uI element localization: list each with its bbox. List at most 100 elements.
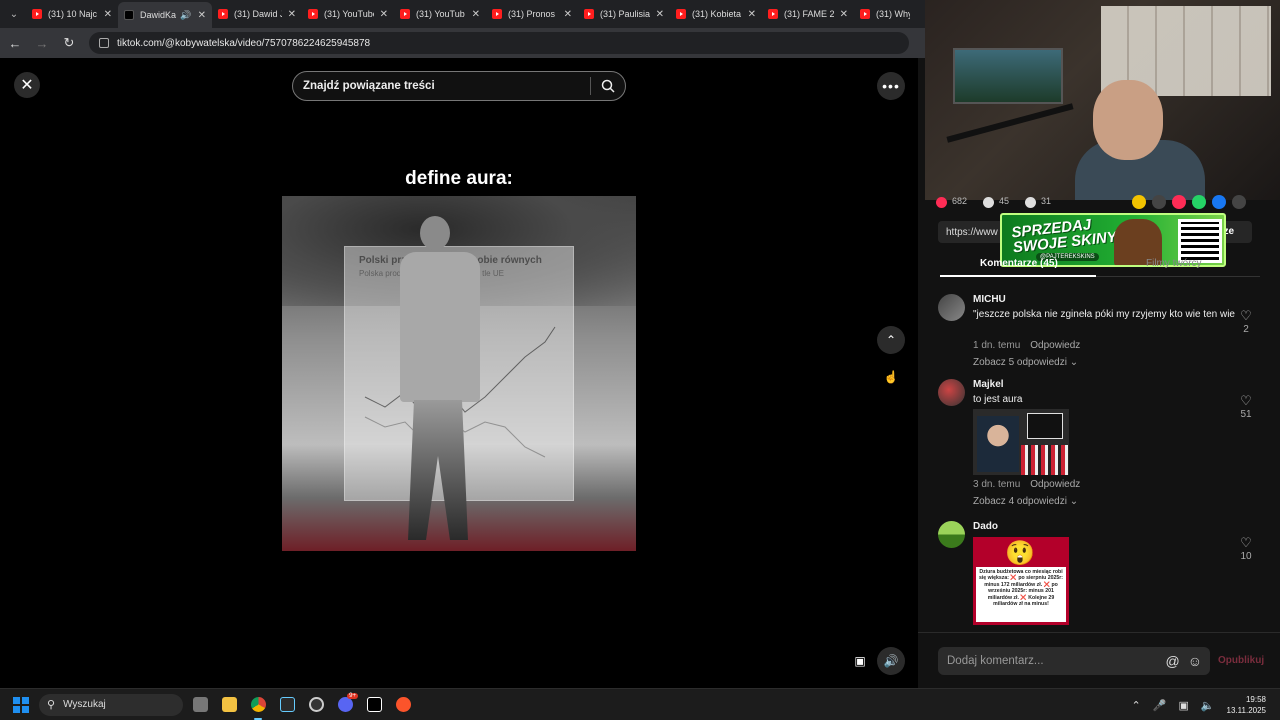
- tab-comments[interactable]: Komentarze (45): [980, 258, 1058, 269]
- youtube-icon: [400, 9, 410, 19]
- comment-like-button[interactable]: ♡ 10: [1236, 535, 1256, 562]
- task-view-icon[interactable]: [188, 693, 212, 717]
- save-stat[interactable]: 31: [1025, 196, 1051, 208]
- youtube-icon: [492, 9, 502, 19]
- view-replies-label: Zobacz 4 odpowiedzi: [973, 496, 1067, 507]
- share-emoji-icon[interactable]: [1132, 195, 1146, 209]
- file-explorer-icon[interactable]: [217, 693, 241, 717]
- comment-like-button[interactable]: ♡ 2: [1236, 308, 1256, 335]
- browser-tab[interactable]: (31) YouTub ✕: [394, 2, 486, 26]
- comment-username[interactable]: Majkel: [973, 379, 1004, 390]
- speaker-icon[interactable]: 🔈: [1201, 699, 1215, 712]
- comment-like-button[interactable]: ♡ 51: [1236, 393, 1256, 420]
- related-search-input[interactable]: [303, 80, 590, 92]
- comment-image[interactable]: 😲 Dziura budżetowa co miesiąc robi się w…: [973, 537, 1069, 625]
- tiktok-icon: [124, 10, 134, 20]
- tab-creator-videos[interactable]: Filmy twórcy: [1146, 258, 1202, 269]
- heart-outline-icon: ♡: [1240, 535, 1252, 550]
- heart-icon: [936, 196, 947, 208]
- browser-tab[interactable]: (31) YouTube ✕: [302, 2, 394, 26]
- browser-tab[interactable]: (31) Dawid J ✕: [212, 2, 302, 26]
- browser-tab[interactable]: (31) 10 Najc ✕: [26, 2, 118, 26]
- tab-close-icon[interactable]: ✕: [472, 9, 480, 20]
- forward-icon[interactable]: →: [30, 31, 54, 55]
- tab-title: (31) FAME 2: [784, 9, 834, 19]
- browser-tab[interactable]: (31) Kobieta ✕: [670, 2, 762, 26]
- clock[interactable]: 19:58 13.11.2025: [1227, 694, 1266, 716]
- browser-tab[interactable]: (31) Paulisia ✕: [578, 2, 670, 26]
- comment-time: 1 dn. temu: [973, 340, 1021, 351]
- address-bar[interactable]: tiktok.com/@kobywatelska/video/757078622…: [89, 32, 909, 54]
- avatar[interactable]: [938, 521, 965, 548]
- site-info-icon[interactable]: [99, 38, 109, 48]
- comment-image[interactable]: [973, 409, 1069, 475]
- browser-tab[interactable]: (31) FAME 2 ✕: [762, 2, 854, 26]
- tab-close-icon[interactable]: ✕: [564, 9, 572, 20]
- browser-tab[interactable]: (31) Pronos ✕: [486, 2, 578, 26]
- view-replies-button[interactable]: Zobacz 4 odpowiedzi ⌄: [973, 496, 1078, 507]
- obs-icon[interactable]: [304, 693, 328, 717]
- emoji-icon[interactable]: ☺: [1188, 653, 1202, 669]
- youtube-icon: [768, 9, 778, 19]
- tab-title: (31) Why is: [876, 9, 910, 19]
- close-button[interactable]: ✕: [14, 72, 40, 98]
- capcut-icon[interactable]: [362, 693, 386, 717]
- comment-stat[interactable]: 45: [983, 196, 1009, 208]
- whatsapp-icon[interactable]: [1192, 195, 1206, 209]
- brave-icon[interactable]: [391, 693, 415, 717]
- avatar[interactable]: [938, 294, 965, 321]
- network-icon[interactable]: ▣: [1178, 699, 1188, 712]
- comment-username[interactable]: MICHU: [973, 294, 1006, 305]
- discord-icon[interactable]: 9+: [333, 692, 358, 717]
- browser-tab[interactable]: DawidKa 🔊 ✕: [118, 2, 212, 28]
- like-stat[interactable]: 682: [936, 196, 967, 208]
- facebook-icon[interactable]: [1212, 195, 1226, 209]
- next-video-button[interactable]: ☝: [877, 363, 905, 391]
- tab-close-icon[interactable]: ✕: [198, 10, 206, 21]
- comment-username[interactable]: Dado: [973, 521, 998, 532]
- reply-button[interactable]: Odpowiedz: [1030, 479, 1080, 490]
- view-replies-button[interactable]: Zobacz 5 odpowiedzi ⌄: [973, 357, 1078, 368]
- volume-button[interactable]: 🔊: [877, 647, 905, 675]
- chevron-up-icon[interactable]: ⌃: [1132, 699, 1141, 712]
- tab-close-icon[interactable]: ✕: [656, 9, 664, 20]
- tab-close-icon[interactable]: ✕: [288, 9, 296, 20]
- microphone-icon[interactable]: 🎤: [1153, 699, 1167, 712]
- picture-in-picture-button[interactable]: ▣: [846, 647, 874, 675]
- reload-icon[interactable]: ↻: [57, 31, 81, 55]
- search-icon: ⚲: [47, 699, 56, 711]
- chevron-down-icon: ⌄: [1069, 496, 1079, 507]
- xbox-icon[interactable]: [275, 693, 299, 717]
- browser-tab[interactable]: (31) Why is: [854, 2, 916, 26]
- video-stats: 682 45 31: [936, 195, 1051, 209]
- youtube-icon: [860, 9, 870, 19]
- tab-close-icon[interactable]: ✕: [380, 9, 388, 20]
- clock-date: 13.11.2025: [1226, 706, 1266, 715]
- reply-button[interactable]: Odpowiedz: [1030, 340, 1080, 351]
- tab-search-icon[interactable]: ⌄: [2, 2, 26, 26]
- tab-audio-icon[interactable]: 🔊: [180, 10, 191, 21]
- embed-icon[interactable]: [1152, 195, 1166, 209]
- comment-input[interactable]: [947, 655, 1166, 667]
- pip-icon: ▣: [854, 654, 866, 668]
- chrome-icon[interactable]: [246, 693, 270, 720]
- tab-close-icon[interactable]: ✕: [748, 9, 756, 20]
- windows-start-icon[interactable]: [13, 696, 29, 713]
- chevron-up-icon: ⌃: [885, 333, 897, 347]
- tab-close-icon[interactable]: ✕: [104, 9, 112, 20]
- comment-like-count: 51: [1240, 409, 1252, 420]
- taskbar-search[interactable]: ⚲ Wyszukaj: [39, 693, 183, 716]
- video-player[interactable]: define aura: Polski przemysł nie ma sobi…: [282, 106, 636, 688]
- tab-close-icon[interactable]: ✕: [840, 9, 848, 20]
- more-options-button[interactable]: •••: [877, 72, 905, 100]
- comment-item: Dado 😲 Dziura budżetowa co miesiąc robi …: [918, 521, 1280, 631]
- share-arrow-icon[interactable]: [1232, 195, 1246, 209]
- share-friends-icon[interactable]: [1172, 195, 1186, 209]
- avatar[interactable]: [938, 379, 965, 406]
- mention-icon[interactable]: @: [1165, 653, 1179, 669]
- back-icon[interactable]: ←: [3, 31, 27, 55]
- previous-video-button[interactable]: ⌃: [877, 326, 905, 354]
- publish-button[interactable]: Opublikuj: [1218, 655, 1264, 666]
- search-icon[interactable]: [591, 71, 625, 101]
- tab-title: DawidKa: [140, 10, 177, 20]
